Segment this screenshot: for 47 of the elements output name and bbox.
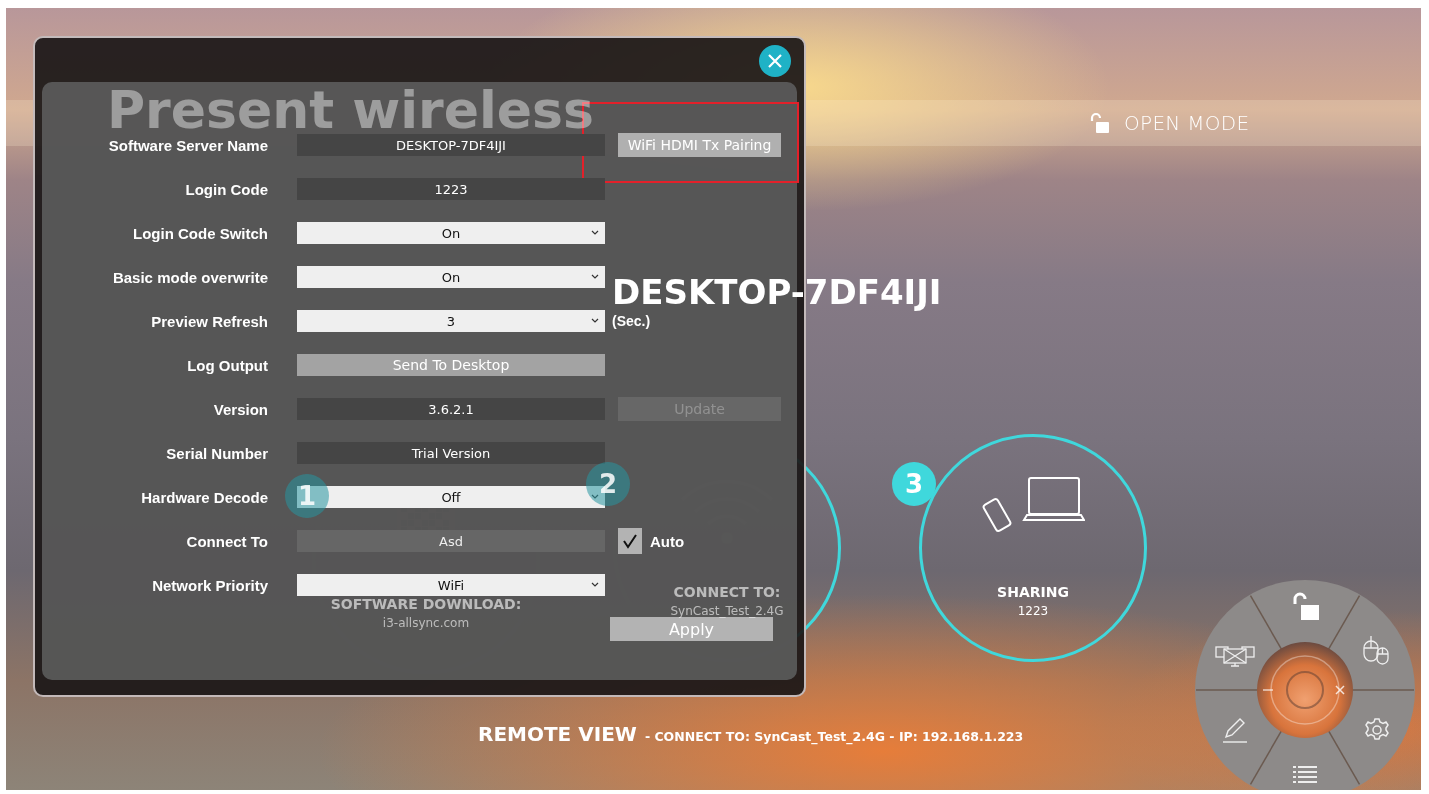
dropdown[interactable]: On: [297, 266, 605, 288]
step-title: SOFTWARE DOWNLOAD:: [329, 596, 523, 612]
dropdown[interactable]: WiFi: [297, 574, 605, 596]
minimize-icon[interactable]: [1263, 688, 1273, 692]
field-label: Login Code Switch: [132, 224, 268, 242]
mouse-icon[interactable]: [1362, 635, 1392, 665]
chevron-icon: [591, 274, 599, 279]
step-detail: SynCast_Test_2.4G: [669, 604, 785, 618]
monitors-icon[interactable]: [1215, 644, 1255, 668]
step-detail: i3-allsync.com: [381, 616, 471, 630]
field-label: Log Output: [186, 356, 268, 374]
field-label: Version: [212, 400, 268, 418]
chevron-icon: [591, 494, 599, 499]
text-field[interactable]: 3.6.2.1: [297, 398, 605, 420]
field-label: Network Priority: [151, 576, 268, 594]
unlocked-padlock-icon: [1088, 112, 1110, 134]
field-label: Preview Refresh: [150, 312, 268, 330]
dropdown[interactable]: On: [297, 222, 605, 244]
pen-icon[interactable]: [1221, 716, 1249, 744]
text-field[interactable]: DESKTOP-7DF4IJI: [297, 134, 605, 156]
field-label: Login Code: [184, 180, 268, 198]
dropdown[interactable]: 3: [297, 310, 605, 332]
step-detail: 1223: [1016, 604, 1050, 618]
text-field: Asd: [297, 530, 605, 552]
chevron-icon: [591, 318, 599, 323]
step-title: CONNECT TO:: [672, 584, 782, 600]
step-title: SHARING: [996, 584, 1070, 600]
field-label: Serial Number: [165, 444, 268, 462]
close-icon: [768, 54, 782, 68]
chevron-icon: [591, 230, 599, 235]
footer-title: REMOTE VIEW: [478, 722, 637, 746]
text-field[interactable]: Trial Version: [297, 442, 605, 464]
center-knob[interactable]: [1255, 640, 1355, 740]
gear-icon[interactable]: [1364, 717, 1390, 743]
checkbox-label: Auto: [650, 532, 685, 550]
unit-label: (Sec.): [612, 313, 651, 329]
field-label: Connect To: [185, 532, 268, 550]
connection-info: - CONNECT TO: SynCast_Test_2.4G - IP: 192.168.1.223: [644, 729, 1024, 744]
field-label: Basic mode overwrite: [111, 268, 268, 286]
checkmark-icon: [622, 533, 638, 549]
step-number-badge: 3: [892, 462, 936, 506]
text-field[interactable]: 1223: [297, 178, 605, 200]
close-icon[interactable]: [1335, 685, 1345, 695]
chevron-icon: [591, 582, 599, 587]
field-label: Hardware Decode: [140, 488, 268, 506]
mode-label: OPEN MODE: [1124, 111, 1250, 135]
list-icon[interactable]: [1293, 765, 1317, 783]
